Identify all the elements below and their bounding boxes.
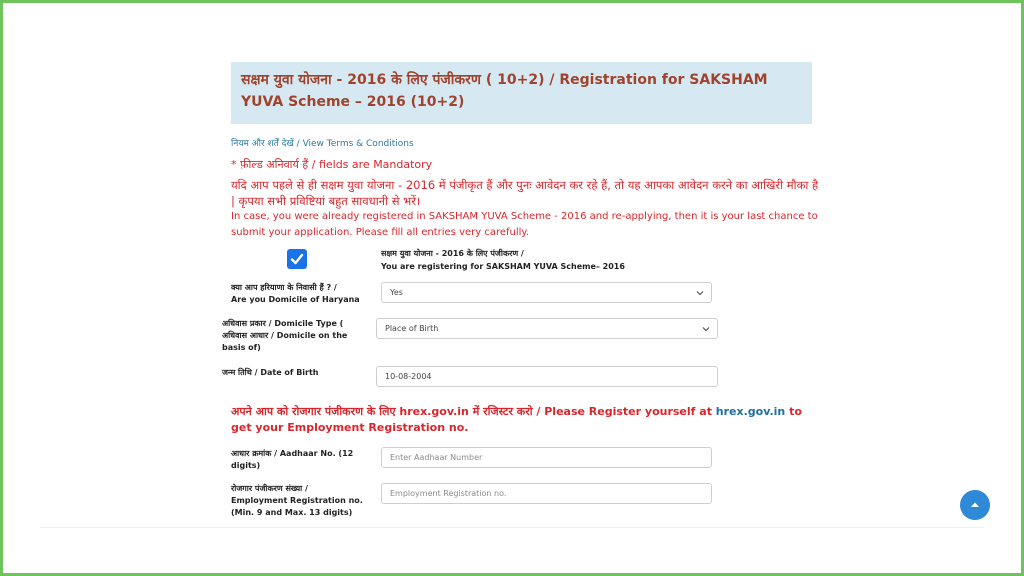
aadhaar-label-line2: digits) — [231, 461, 261, 470]
registration-label: सक्षम युवा योजना - 2016 के लिए पंजीकरण /… — [381, 247, 625, 273]
employment-registration-input[interactable]: Employment Registration no. — [381, 483, 712, 504]
domicile-label: क्या आप हरियाणा के निवासी हैं ? / Are yo… — [231, 282, 360, 306]
domicile-type-label-line1: अधिवास प्रकार / Domicile Type ( — [222, 319, 344, 328]
employment-label-line1: रोजगार पंजीकरण संख्या / — [231, 484, 308, 493]
divider — [40, 527, 984, 528]
scroll-to-top-button[interactable] — [960, 490, 990, 520]
employment-notice-text: अपने आप को रोजगार पंजीकरण के लिए hrex.go… — [231, 405, 716, 418]
chevron-down-icon — [702, 327, 710, 332]
mandatory-note: * फ़ील्ड अनिवार्य हैं / fields are Manda… — [231, 158, 433, 171]
domicile-type-select-value: Place of Birth — [385, 324, 439, 333]
check-icon — [290, 253, 304, 265]
employment-registration-label: रोजगार पंजीकरण संख्या / Employment Regis… — [231, 483, 363, 519]
terms-link-row[interactable]: नियम और शर्तें देखें / View Terms & Cond… — [231, 136, 414, 149]
domicile-select[interactable]: Yes — [381, 282, 712, 303]
domicile-label-hindi: क्या आप हरियाणा के निवासी हैं ? / — [231, 283, 337, 292]
employment-label-line3: (Min. 9 and Max. 13 digits) — [231, 508, 353, 517]
terms-separator: / — [293, 139, 303, 149]
employment-label-line2: Employment Registration no. — [231, 496, 363, 505]
domicile-type-label-line3: basis of) — [222, 343, 261, 352]
page-title: सक्षम युवा योजना - 2016 के लिए पंजीकरण (… — [231, 62, 812, 124]
chevron-down-icon — [696, 291, 704, 296]
hrex-link[interactable]: hrex.gov.in — [716, 405, 785, 418]
warning-hindi: यदि आप पहले से ही सक्षम युवा योजना - 201… — [231, 178, 819, 208]
domicile-select-value: Yes — [390, 288, 403, 297]
aadhaar-label: आधार क्रमांक / Aadhaar No. (12 digits) — [231, 448, 353, 472]
terms-link-hindi[interactable]: नियम और शर्तें देखें — [231, 139, 294, 149]
aadhaar-input[interactable]: Enter Aadhaar Number — [381, 447, 712, 468]
aadhaar-label-line1: आधार क्रमांक / Aadhaar No. (12 — [231, 449, 354, 458]
domicile-type-select[interactable]: Place of Birth — [376, 318, 718, 339]
registration-checkbox[interactable] — [287, 249, 307, 269]
registration-label-english: You are registering for SAKSHAM YUVA Sch… — [381, 262, 625, 271]
domicile-type-label: अधिवास प्रकार / Domicile Type ( अधिवास आ… — [222, 318, 347, 354]
warning-english: In case, you were already registered in … — [231, 211, 818, 238]
domicile-type-label-line2: अधिवास आधार / Domicile on the — [222, 331, 348, 340]
terms-link-english[interactable]: View Terms & Conditions — [303, 139, 414, 149]
arrow-up-icon — [971, 502, 979, 507]
dob-input[interactable]: 10-08-2004 — [376, 366, 718, 387]
employment-notice: अपने आप को रोजगार पंजीकरण के लिए hrex.go… — [231, 404, 821, 436]
registration-label-hindi: सक्षम युवा योजना - 2016 के लिए पंजीकरण / — [381, 249, 524, 258]
dob-label: जन्म तिथि / Date of Birth — [222, 368, 319, 377]
domicile-label-english: Are you Domicile of Haryana — [231, 295, 360, 304]
